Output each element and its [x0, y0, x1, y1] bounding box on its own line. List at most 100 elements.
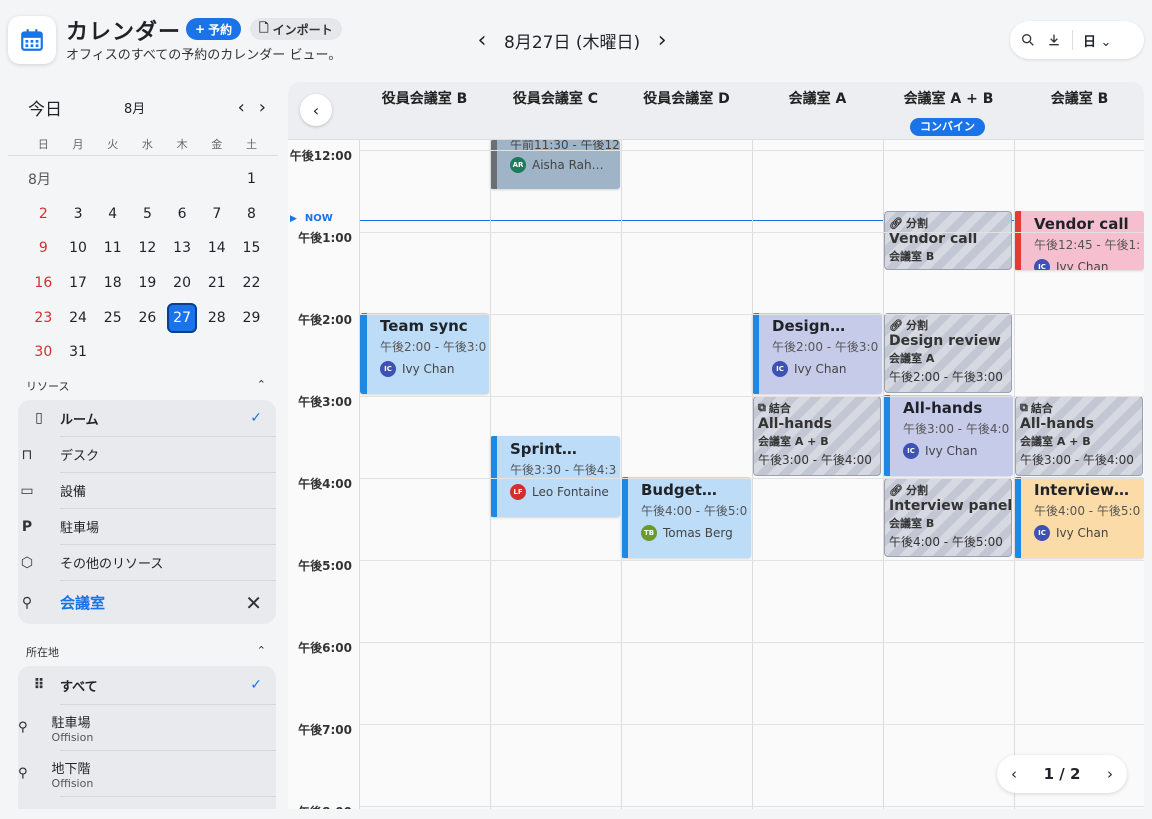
day-cell[interactable]: 17	[61, 266, 96, 301]
event-title: Design review	[889, 333, 1001, 349]
day-cell[interactable]: 30	[26, 335, 61, 370]
resource-search[interactable]: ⚲ 会議室 ✕	[22, 580, 276, 624]
event-time: 午後2:00 - 午後3:0	[380, 340, 487, 354]
day-cell[interactable]: 5	[130, 197, 165, 232]
day-cell[interactable]: 6	[165, 197, 200, 232]
pin-icon: ⚲	[18, 720, 28, 735]
location-item[interactable]: ⚲2階	[60, 796, 276, 809]
location-item[interactable]: ⚲ 地下階 Offision	[18, 750, 276, 796]
column-header: 会議室 A	[788, 91, 847, 107]
event-allhands[interactable]: All-hands 午後3:00 - 午後4:0 IC Ivy Chan	[883, 395, 1013, 476]
page-subtitle: オフィスのすべての予約のカレンダー ビュー。	[66, 48, 342, 63]
day-cell[interactable]: 14	[199, 231, 234, 266]
event-vendor-call[interactable]: Vendor call 午後12:45 - 午後1: IC Ivy Chan	[1014, 211, 1144, 270]
resource-other[interactable]: ⬡ その他のリソース	[21, 544, 276, 580]
import-button[interactable]: 🗋 インポート	[250, 18, 342, 40]
day-cell[interactable]: 26	[130, 300, 165, 335]
column-divider	[490, 140, 491, 809]
day-cell[interactable]: 31	[61, 335, 96, 370]
day-cell[interactable]: 23	[26, 300, 61, 335]
search-icon[interactable]	[1020, 32, 1036, 48]
day-cell[interactable]: 27	[167, 302, 198, 333]
event-split-interview[interactable]: 🔗︎ 分割 Interview panel 会議室 B 午後4:00 - 午後5:…	[884, 478, 1012, 557]
plus-icon: +	[195, 22, 206, 36]
resources-heading[interactable]: リソース ⌃	[26, 378, 266, 394]
event-interview[interactable]: Interview… 午後4:00 - 午後5:0 IC Ivy Chan	[1014, 477, 1144, 558]
resource-room[interactable]: ▯ ルーム ✓	[18, 400, 276, 436]
event-title: Vendor call	[889, 231, 978, 247]
resource-parking[interactable]: P 駐車場	[22, 508, 276, 544]
view-select[interactable]: 日 ⌄	[1083, 31, 1111, 50]
day-cell[interactable]: 21	[199, 266, 234, 301]
column-divider	[359, 140, 360, 809]
location-heading[interactable]: 所在地 ⌃	[26, 644, 266, 660]
prev-page-icon[interactable]: ‹	[1011, 765, 1017, 783]
parking-icon: P	[21, 518, 33, 535]
book-button[interactable]: + 予約	[186, 18, 242, 40]
weekday-label: 水	[141, 137, 153, 151]
day-cell[interactable]: 22	[234, 266, 269, 301]
prev-month-icon[interactable]: ‹	[238, 97, 245, 118]
resource-desk[interactable]: ⊓ デスク	[22, 436, 276, 472]
day-cell[interactable]: 24	[61, 300, 96, 335]
divider	[1072, 30, 1073, 50]
day-cell[interactable]: 18	[95, 266, 130, 301]
column-divider	[883, 140, 884, 809]
event-combined-allhands[interactable]: ⧉ 結合 All-hands 会議室 A + B 午後3:00 - 午後4:00	[753, 396, 881, 476]
desk-icon: ⊓	[21, 446, 33, 463]
day-cell[interactable]: 7	[199, 197, 234, 232]
event-split-design[interactable]: 🔗︎ 分割 Design review 会議室 A 午後2:00 - 午後3:00	[884, 313, 1012, 393]
today-button[interactable]: 今日	[28, 95, 62, 120]
day-cell[interactable]: 3	[61, 197, 96, 232]
day-cell[interactable]: 11	[95, 231, 130, 266]
prev-day-icon[interactable]: ‹	[470, 28, 494, 53]
time-label: 午後12:00	[289, 149, 352, 163]
event-title: Team sync	[380, 317, 468, 335]
mini-calendar: 今日 8月 ‹ › 日月火水木金土 8月 1 2 3 4 5 6 7 8 9 10 11 12 13 14 15…	[8, 82, 278, 370]
day-cell[interactable]: 2	[26, 197, 61, 232]
event-team-sync[interactable]: Team sync 午後2:00 - 午後3:0 IC Ivy Chan	[360, 313, 489, 394]
day-cell[interactable]: 12	[130, 231, 165, 266]
location-item[interactable]: ⚲ 駐車場 Offision	[18, 704, 276, 750]
next-day-icon[interactable]: ›	[650, 28, 674, 53]
download-icon[interactable]	[1046, 32, 1062, 48]
next-month-icon[interactable]: ›	[259, 97, 266, 118]
day-cell[interactable]: 25	[95, 300, 130, 335]
collapse-sidebar-button[interactable]: ‹	[300, 94, 332, 126]
day-cell[interactable]: 8	[234, 197, 269, 232]
event-split-vendor[interactable]: 🔗︎ 分割 Vendor call 会議室 B	[884, 211, 1012, 270]
event-block[interactable]: 午前11:30 - 午後12 AR Aisha Rah…	[490, 140, 620, 189]
clear-icon[interactable]: ✕	[245, 591, 262, 615]
event-combined-allhands[interactable]: ⧉ 結合 All-hands 会議室 A + B 午後3:00 - 午後4:00	[1015, 396, 1143, 476]
time-label: 午後6:00	[298, 641, 352, 655]
event-time: 午後2:00 - 午後3:0	[772, 340, 879, 354]
day-cell[interactable]: 28	[199, 300, 234, 335]
resource-equipment[interactable]: ▭ 設備	[20, 472, 276, 508]
day-cell[interactable]: 15	[234, 231, 269, 266]
day-cell[interactable]: 20	[165, 266, 200, 301]
column-header: 会議室 B	[1050, 91, 1109, 107]
event-sprint[interactable]: Sprint… 午後3:30 - 午後4:3 LF Leo Fontaine	[490, 436, 620, 517]
avatar: IC	[903, 443, 919, 459]
avatar: IC	[1034, 259, 1050, 270]
hour-line	[360, 560, 1144, 561]
day-cell[interactable]: 13	[165, 231, 200, 266]
chevron-left-icon: ‹	[312, 100, 320, 120]
day-cell[interactable]: 29	[234, 300, 269, 335]
day-cell[interactable]: 1	[234, 162, 269, 197]
location-all[interactable]: ⠿ すべて ✓	[18, 666, 276, 704]
event-time: 午後3:00 - 午後4:00	[758, 453, 872, 467]
day-cell[interactable]: 19	[130, 266, 165, 301]
day-cell[interactable]: 16	[26, 266, 61, 301]
event-design[interactable]: Design… 午後2:00 - 午後3:0 IC Ivy Chan	[752, 313, 882, 394]
event-room: 会議室 B	[889, 517, 935, 530]
resource-search-input[interactable]: 会議室	[60, 592, 105, 613]
mini-cal-month: 8月	[124, 101, 146, 117]
next-page-icon[interactable]: ›	[1107, 765, 1113, 783]
event-budget[interactable]: Budget… 午後4:00 - 午後5:0 TB Tomas Berg	[621, 477, 751, 558]
day-cell[interactable]: 4	[95, 197, 130, 232]
day-cell[interactable]: 10	[61, 231, 96, 266]
time-label: 午後1:00	[298, 231, 352, 245]
day-cell[interactable]: 9	[26, 231, 61, 266]
weekday-label: 木	[176, 137, 188, 151]
